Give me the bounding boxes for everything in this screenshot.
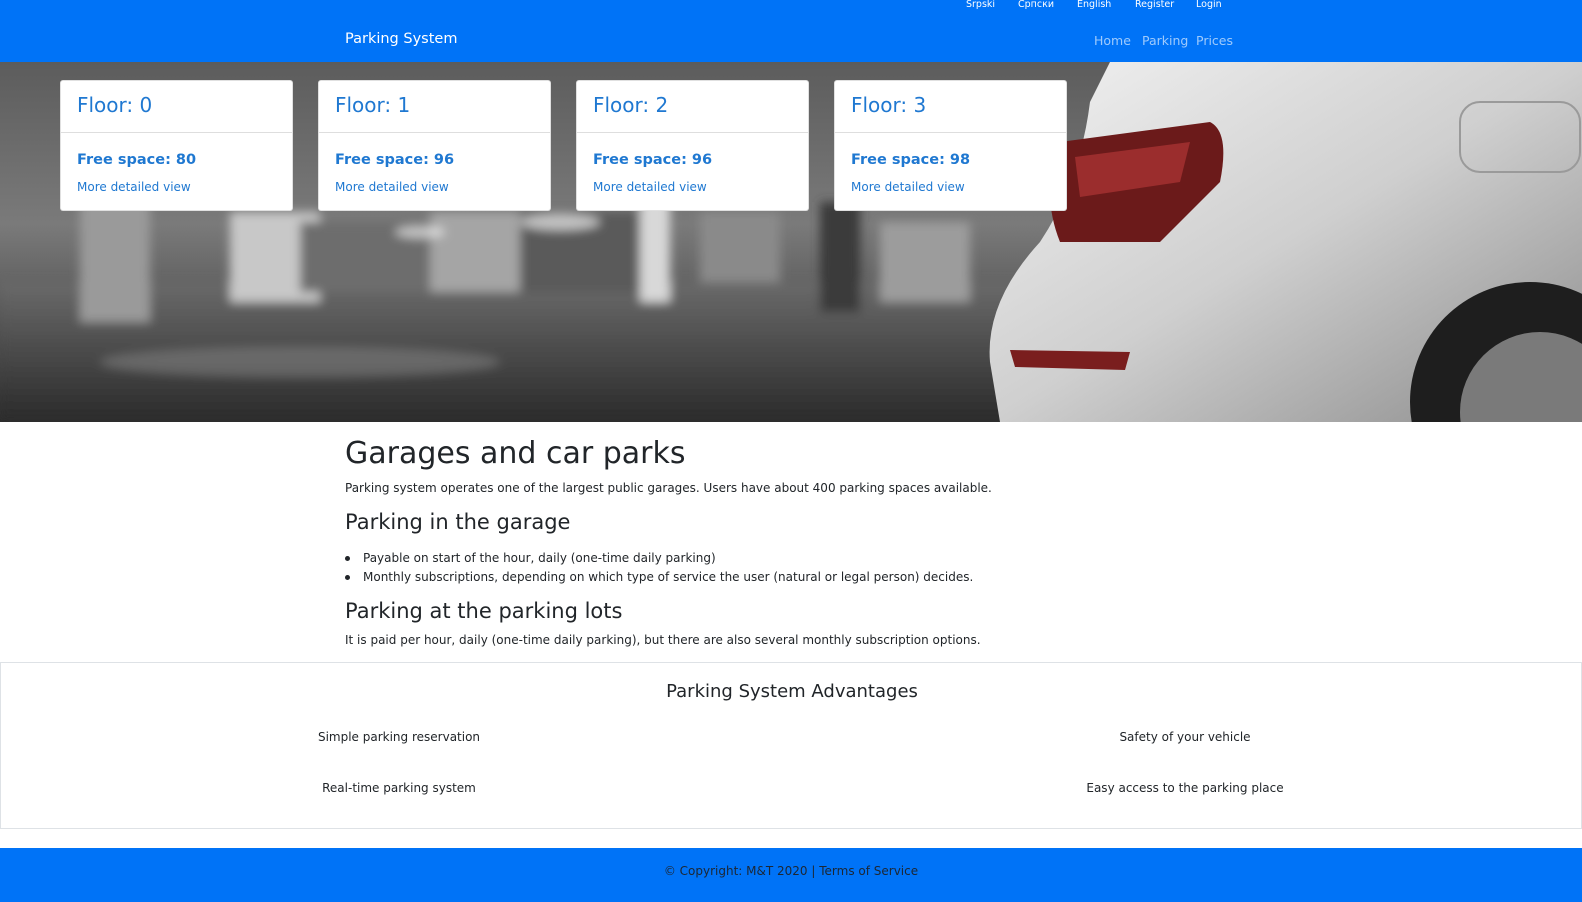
advantage-item: Simple parking reservation — [317, 730, 481, 744]
floor-title: Floor: 2 — [593, 93, 669, 117]
floor-card-header: Floor: 2 — [577, 81, 808, 133]
free-space-count: Free space: 96 — [335, 152, 455, 168]
floor-card: Floor: 2 Free space: 96 More detailed vi… — [576, 80, 809, 211]
brand-logo-link[interactable]: Parking System — [345, 31, 457, 47]
lots-text: It is paid per hour, daily (one-time dai… — [345, 633, 981, 647]
footer-text: © Copyright: M&T 2020 | Terms of Service — [0, 864, 1582, 878]
advantages-title: Parking System Advantages — [666, 681, 918, 702]
page-title: Garages and car parks — [345, 436, 686, 471]
nav-home-link[interactable]: Home — [1094, 33, 1131, 48]
detailed-view-link[interactable]: More detailed view — [593, 180, 707, 194]
list-item-text: Monthly subscriptions, depending on whic… — [363, 570, 974, 584]
floor-card: Floor: 3 Free space: 98 More detailed vi… — [834, 80, 1067, 211]
advantage-item: Safety of your vehicle — [1119, 730, 1251, 744]
floor-card: Floor: 1 Free space: 96 More detailed vi… — [318, 80, 551, 211]
copyright-text: © Copyright: M&T 2020 | — [663, 864, 820, 878]
floor-card-header: Floor: 0 — [61, 81, 292, 133]
nav-prices-link[interactable]: Prices — [1196, 33, 1233, 48]
floor-title: Floor: 1 — [335, 93, 411, 117]
free-space-count: Free space: 98 — [851, 152, 971, 168]
terms-of-service-link[interactable]: Terms of Service — [819, 864, 918, 878]
free-space-count: Free space: 80 — [77, 152, 197, 168]
language-bar: Srpski Српски English Register Login — [0, 0, 1582, 12]
hero-banner: Floor: 0 Free space: 80 More detailed vi… — [0, 62, 1582, 422]
detailed-view-link[interactable]: More detailed view — [77, 180, 191, 194]
floor-title: Floor: 0 — [77, 93, 153, 117]
list-item-text: Payable on start of the hour, daily (one… — [363, 551, 716, 565]
detailed-view-link[interactable]: More detailed view — [335, 180, 449, 194]
lang-srpski-cyrillic-link[interactable]: Српски — [1018, 0, 1054, 10]
advantage-item: Real-time parking system — [322, 781, 476, 795]
lang-english-link[interactable]: English — [1077, 0, 1111, 10]
detailed-view-link[interactable]: More detailed view — [851, 180, 965, 194]
top-navbar: Srpski Српски English Register Login Par… — [0, 0, 1582, 62]
lots-section-title: Parking at the parking lots — [345, 599, 623, 623]
login-link[interactable]: Login — [1196, 0, 1222, 10]
advantages-section: Parking System Advantages Simple parking… — [0, 662, 1582, 829]
floor-card-header: Floor: 3 — [835, 81, 1066, 133]
register-link[interactable]: Register — [1135, 0, 1174, 10]
garage-section-title: Parking in the garage — [345, 510, 571, 534]
free-space-count: Free space: 96 — [593, 152, 713, 168]
intro-text: Parking system operates one of the large… — [345, 481, 992, 495]
floor-title: Floor: 3 — [851, 93, 927, 117]
lang-srpski-latin-link[interactable]: Srpski — [966, 0, 995, 10]
floor-card: Floor: 0 Free space: 80 More detailed vi… — [60, 80, 293, 211]
floor-card-header: Floor: 1 — [319, 81, 550, 133]
nav-parking-link[interactable]: Parking — [1142, 33, 1188, 48]
page-footer: © Copyright: M&T 2020 | Terms of Service — [0, 848, 1582, 902]
advantage-item: Easy access to the parking place — [1086, 781, 1284, 795]
